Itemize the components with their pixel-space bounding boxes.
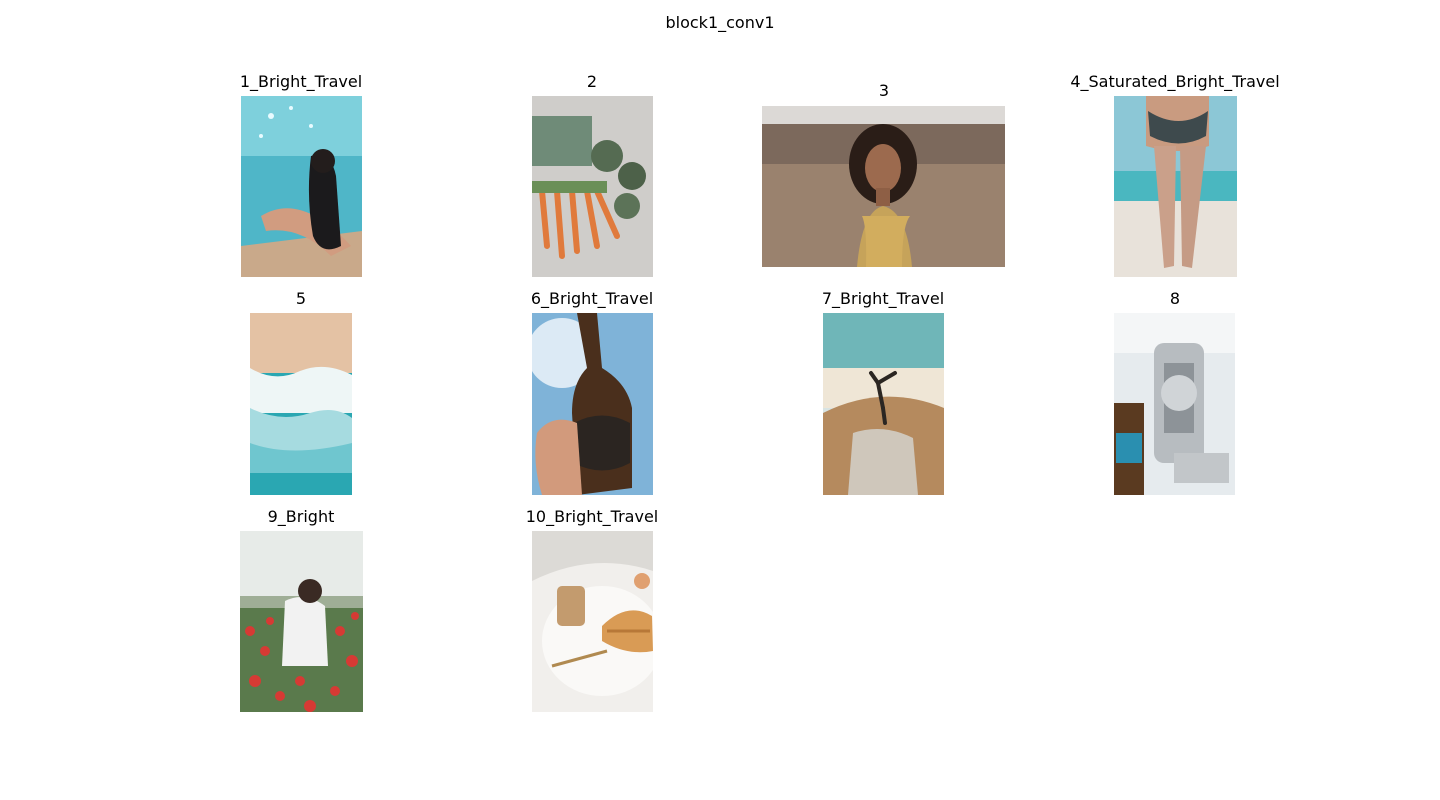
panel-title: 5 [295,289,307,308]
beer-bottle-805-photo [532,313,653,495]
carrots-and-artichokes-photo [532,96,653,277]
woman-in-poppy-field-photo [240,531,363,712]
woman-on-beach-photo [1114,96,1237,277]
panel-title: 3 [878,81,890,100]
panel-title: 7_Bright_Travel [821,289,945,308]
figure-title: block1_conv1 [665,13,775,32]
panel-title: 10_Bright_Travel [525,507,659,526]
croissant-breakfast-photo [532,531,653,712]
espresso-machine-photo [1114,313,1235,495]
aerial-beach-waves-photo [250,313,352,495]
panel-title: 8 [1169,289,1181,308]
panel-title: 2 [586,72,598,91]
panel-title: 4_Saturated_Bright_Travel [1070,72,1280,91]
panel-title: 9_Bright [267,507,335,526]
panel-title: 1_Bright_Travel [239,72,363,91]
woman-portrait-desert-photo [762,106,1005,267]
handstand-on-dunes-photo [823,313,944,495]
panel-title: 6_Bright_Travel [530,289,654,308]
woman-in-pool-photo [241,96,362,277]
